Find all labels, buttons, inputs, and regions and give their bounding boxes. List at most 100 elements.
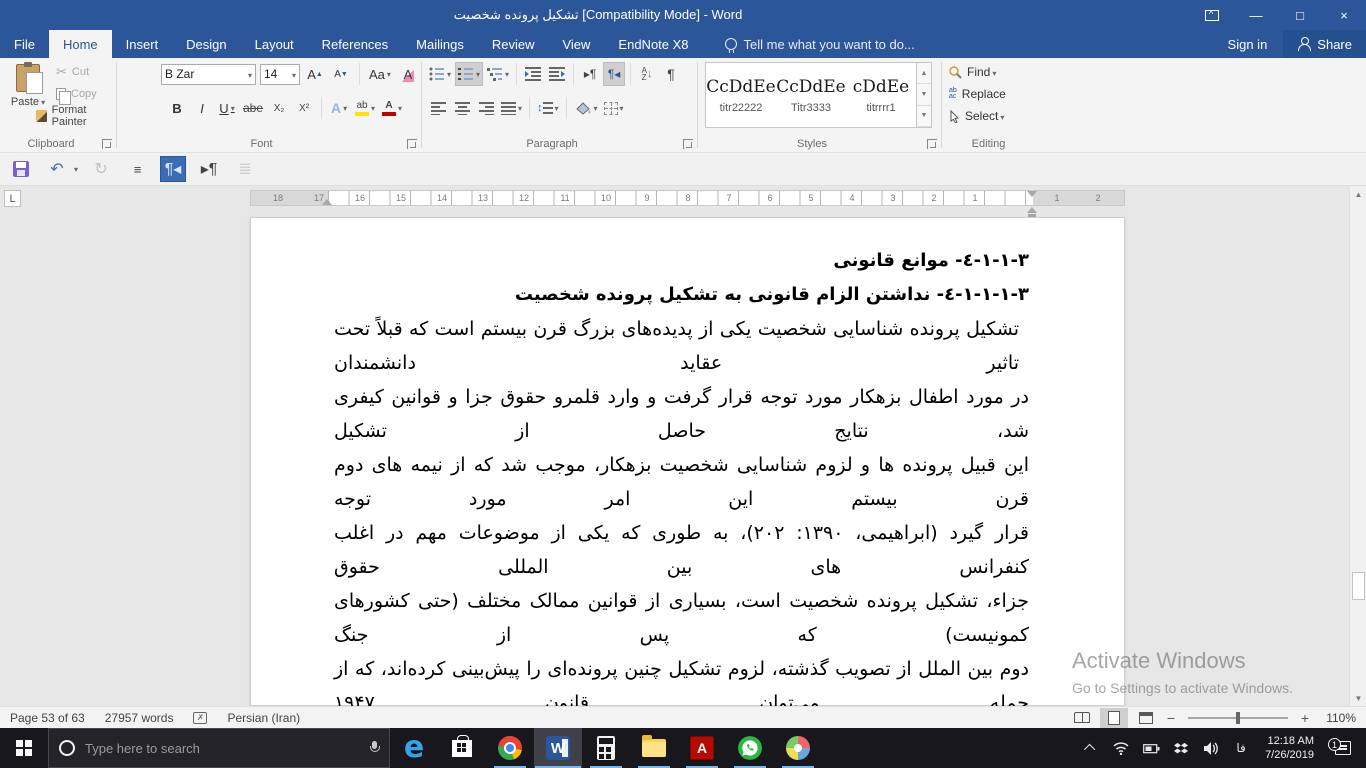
font-dialog-launcher[interactable] — [407, 139, 417, 149]
grow-font-button[interactable]: A▲ — [304, 62, 326, 86]
sign-in-button[interactable]: Sign in — [1212, 37, 1284, 52]
style-item-titr22222[interactable]: CcDdEetitr22222 — [706, 63, 776, 127]
superscript-button[interactable]: X² — [293, 96, 315, 120]
word-count[interactable]: 27957 words — [95, 711, 184, 725]
taskbar-app-whatsapp[interactable] — [726, 728, 774, 768]
horizontal-ruler[interactable]: 18171615141312111098765432112 — [250, 190, 1125, 206]
tab-design[interactable]: Design — [172, 30, 240, 58]
language-indicator[interactable]: Persian (Iran) — [217, 711, 310, 725]
dropbox-icon[interactable] — [1169, 742, 1193, 755]
strikethrough-button[interactable]: abe — [241, 96, 265, 120]
page-indicator[interactable]: Page 53 of 63 — [0, 711, 95, 725]
minimize-button[interactable]: — — [1234, 0, 1278, 30]
zoom-out-button[interactable]: − — [1164, 710, 1178, 726]
read-mode-button[interactable] — [1068, 708, 1096, 728]
bold-button[interactable]: B — [166, 96, 188, 120]
ltr-direction-button[interactable]: ▸¶ — [579, 62, 601, 86]
tab-endnote-x8[interactable]: EndNote X8 — [604, 30, 702, 58]
justify-button[interactable] — [499, 96, 524, 120]
vertical-scrollbar[interactable]: ▲ ▼ — [1349, 186, 1366, 706]
styles-more-button[interactable]: ▼ — [917, 106, 931, 127]
redo-button[interactable]: ↻ — [88, 156, 114, 182]
tab-review[interactable]: Review — [478, 30, 549, 58]
underline-button[interactable]: U — [216, 96, 238, 120]
undo-dropdown-icon[interactable]: ▾ — [74, 165, 78, 174]
document-text[interactable]: ۱-۱-۳-٤- موانع قانونی۱-۱-۱-۳-٤- نداشتن ا… — [334, 244, 1029, 768]
ltr-quick-button[interactable]: ▸¶ — [196, 156, 222, 182]
select-button[interactable]: Select — [949, 106, 1004, 126]
copy-button[interactable]: Copy — [56, 84, 97, 103]
document-page[interactable]: ۱-۱-۳-٤- موانع قانونی۱-۱-۱-۳-٤- نداشتن ا… — [250, 217, 1125, 706]
decrease-indent-button[interactable] — [522, 62, 544, 86]
align-left-button[interactable] — [427, 96, 449, 120]
styles-scroll-down[interactable]: ▼ — [917, 84, 931, 105]
scroll-up-arrow[interactable]: ▲ — [1350, 186, 1366, 202]
italic-button[interactable]: I — [191, 96, 213, 120]
tab-mailings[interactable]: Mailings — [402, 30, 478, 58]
style-item-Titr3333[interactable]: CcDdEeTitr3333 — [776, 63, 846, 127]
taskbar-app-acrobat[interactable]: A — [678, 728, 726, 768]
cut-button[interactable]: ✂ Cut — [56, 62, 89, 81]
tab-home[interactable]: Home — [49, 30, 112, 58]
save-button[interactable] — [8, 156, 34, 182]
scroll-down-arrow[interactable]: ▼ — [1350, 690, 1366, 706]
tab-layout[interactable]: Layout — [241, 30, 308, 58]
align-right-button[interactable] — [475, 96, 497, 120]
taskbar-app-store[interactable] — [438, 728, 486, 768]
shrink-font-button[interactable]: A▼ — [330, 62, 352, 86]
replace-button[interactable]: abac Replace — [949, 84, 1006, 104]
text-effects-button[interactable]: A — [328, 96, 350, 120]
shading-button[interactable] — [572, 96, 600, 120]
multilevel-list-button[interactable] — [485, 62, 511, 86]
bullets-button[interactable] — [427, 62, 453, 86]
rtl-quick-button[interactable]: ¶◂ — [160, 156, 186, 182]
numbering-button[interactable] — [455, 62, 483, 86]
taskbar-app-paint3d[interactable] — [774, 728, 822, 768]
find-button[interactable]: Find — [949, 62, 996, 82]
hanging-indent-marker[interactable] — [1027, 207, 1037, 213]
taskbar-clock[interactable]: 12:18 AM 7/26/2019 — [1259, 734, 1320, 762]
tab-file[interactable]: File — [0, 30, 49, 58]
clear-formatting-button[interactable]: A — [397, 62, 419, 86]
font-color-button[interactable]: A — [380, 96, 404, 120]
proofing-status[interactable]: ✗ — [183, 712, 217, 724]
share-button[interactable]: Share — [1283, 30, 1366, 58]
input-language-indicator[interactable]: فا — [1229, 741, 1253, 755]
tab-stop-selector[interactable]: L — [4, 190, 21, 207]
subscript-button[interactable]: X₂ — [268, 96, 290, 120]
borders-button[interactable] — [602, 96, 626, 120]
format-painter-button[interactable]: Format Painter — [36, 106, 116, 125]
battery-icon[interactable] — [1139, 743, 1163, 754]
tray-chevron-icon[interactable] — [1079, 744, 1103, 752]
paragraph-dialog-launcher[interactable] — [683, 139, 693, 149]
print-layout-button[interactable] — [1100, 708, 1128, 728]
web-layout-button[interactable] — [1132, 708, 1160, 728]
undo-button[interactable]: ↶ — [44, 156, 70, 182]
wifi-icon[interactable] — [1109, 742, 1133, 755]
line-spacing-button[interactable]: ↕ — [535, 96, 561, 120]
left-indent-marker[interactable] — [322, 199, 332, 205]
clipboard-dialog-launcher[interactable] — [102, 139, 112, 149]
tab-references[interactable]: References — [308, 30, 402, 58]
style-item-titrrrr1[interactable]: cDdEetitrrrr1 — [846, 63, 916, 127]
sort-button[interactable]: AZ ↓ — [636, 62, 658, 86]
tab-insert[interactable]: Insert — [112, 30, 173, 58]
rtl-direction-button[interactable]: ¶◂ — [603, 62, 625, 86]
zoom-level[interactable]: 110% — [1316, 711, 1356, 725]
maximize-button[interactable]: □ — [1278, 0, 1322, 30]
action-center-button[interactable]: 1 — [1326, 741, 1360, 755]
taskbar-app-chrome[interactable] — [486, 728, 534, 768]
taskbar-app-calculator[interactable] — [582, 728, 630, 768]
change-case-button[interactable]: Aa — [367, 62, 393, 86]
styles-dialog-launcher[interactable] — [927, 139, 937, 149]
tab-view[interactable]: View — [548, 30, 604, 58]
ribbon-display-options-button[interactable] — [1190, 0, 1234, 30]
highlight-color-button[interactable]: ab — [353, 96, 377, 120]
zoom-slider-thumb[interactable] — [1236, 712, 1240, 724]
show-marks-button[interactable]: ¶ — [660, 62, 682, 86]
taskbar-app-explorer[interactable] — [630, 728, 678, 768]
taskbar-app-word[interactable]: W — [534, 728, 582, 768]
scrollbar-thumb[interactable] — [1352, 572, 1365, 600]
taskbar-app-edge[interactable]: e — [390, 728, 438, 768]
styles-scroll-up[interactable]: ▲ — [917, 63, 931, 84]
